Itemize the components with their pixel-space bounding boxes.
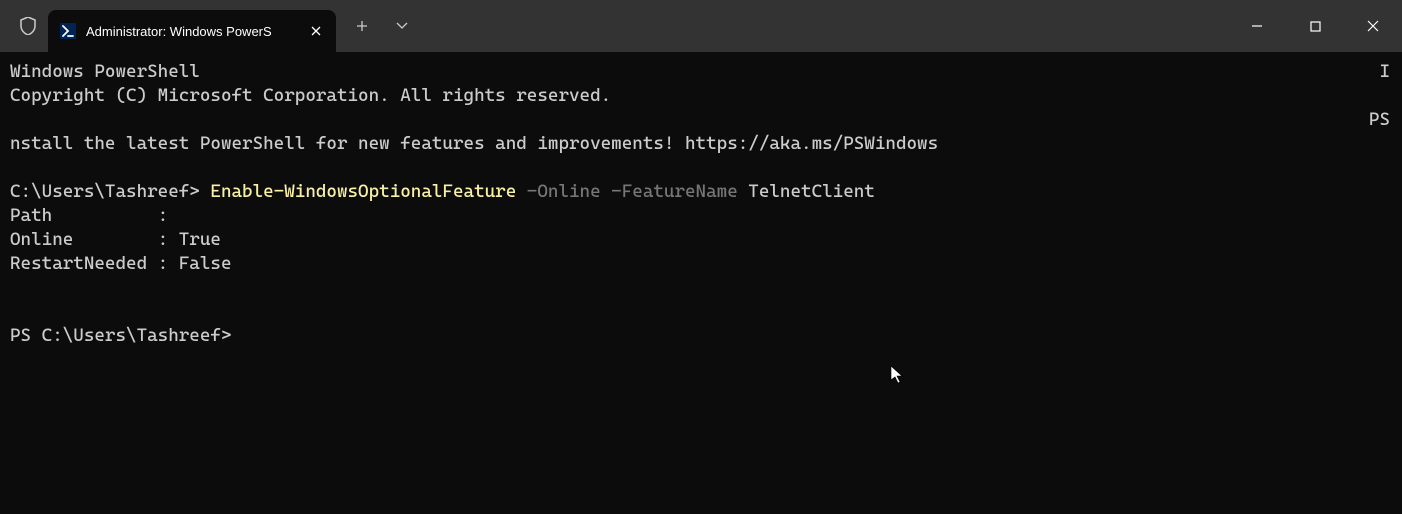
maximize-button[interactable] [1286,0,1344,52]
new-tab-button[interactable] [344,8,380,44]
output-line: Path : [10,205,168,226]
output-line: nstall the latest PowerShell for new fea… [10,133,938,154]
cmd-param: -Online [516,181,600,202]
output-line: Windows PowerShell [10,61,200,82]
terminal-output[interactable]: Windows PowerShell Copyright (C) Microso… [0,52,1402,358]
prompt: C:\Users\Tashreef> [10,181,210,202]
mouse-cursor-icon [890,365,904,385]
tab-dropdown-button[interactable] [384,8,420,44]
cmd-arg: TelnetClient [738,181,875,202]
output-line: Online : True [10,229,221,250]
tab-close-button[interactable] [306,21,326,41]
prompt: PS C:\Users\Tashreef> [10,325,231,346]
minimize-button[interactable] [1228,0,1286,52]
active-tab[interactable]: Administrator: Windows PowerS [48,10,336,52]
output-line: Copyright (C) Microsoft Corporation. All… [10,85,611,106]
tab-actions [344,8,420,44]
cmdlet: Enable-WindowsOptionalFeature [210,181,516,202]
wrapped-text-fragments: I PS [1369,60,1390,132]
shield-icon [18,16,38,36]
close-window-button[interactable] [1344,0,1402,52]
tab-title: Administrator: Windows PowerS [86,24,306,39]
cmd-param: -FeatureName [601,181,738,202]
window-controls [1228,0,1402,52]
powershell-icon [60,23,76,39]
titlebar: Administrator: Windows PowerS [0,0,1402,52]
output-line: RestartNeeded : False [10,253,231,274]
